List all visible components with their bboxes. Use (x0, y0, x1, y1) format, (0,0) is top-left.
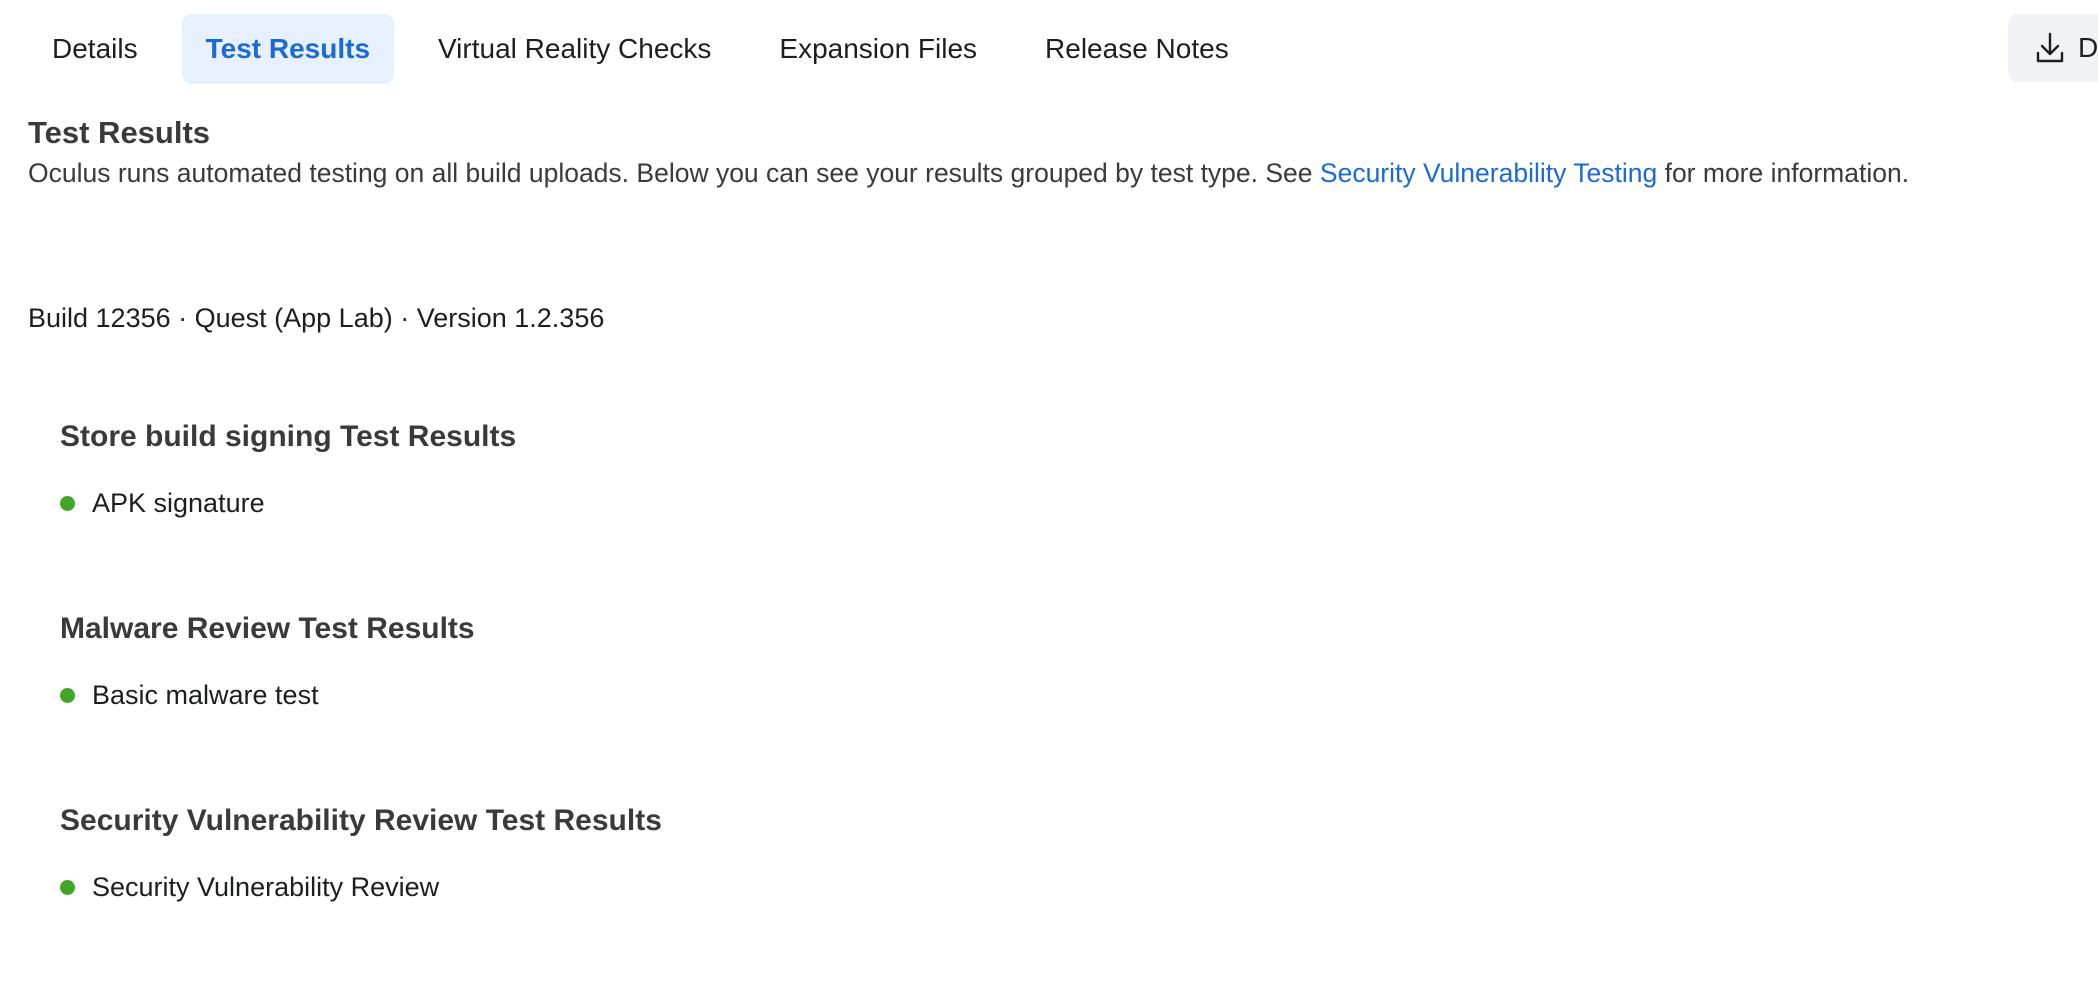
description-text-end: for more information. (1657, 158, 1910, 188)
section-security-vulnerability-review: Security Vulnerability Review Test Resul… (60, 804, 662, 903)
tab-details[interactable]: Details (28, 14, 162, 84)
pass-status-icon (60, 496, 75, 511)
build-info: Build 12356 · Quest (App Lab) · Version … (28, 303, 605, 333)
tab-expansion-files[interactable]: Expansion Files (755, 14, 1001, 84)
tab-bar: Details Test Results Virtual Reality Che… (28, 14, 1273, 84)
section-malware-review: Malware Review Test Results Basic malwar… (60, 612, 475, 711)
result-item: Basic malware test (60, 680, 475, 711)
page-title: Test Results (28, 115, 211, 150)
pass-status-icon (60, 688, 75, 703)
download-icon (2036, 32, 2064, 63)
page-description: Oculus runs automated testing on all bui… (28, 158, 1909, 189)
result-label: APK signature (92, 488, 265, 518)
section-title: Malware Review Test Results (60, 612, 475, 645)
page: Details Test Results Virtual Reality Che… (0, 0, 2098, 992)
section-store-build-signing: Store build signing Test Results APK sig… (60, 420, 516, 519)
security-vulnerability-testing-link[interactable]: Security Vulnerability Testing (1320, 158, 1657, 188)
tab-test-results[interactable]: Test Results (181, 14, 395, 84)
result-label: Security Vulnerability Review (92, 872, 440, 902)
pass-status-icon (60, 880, 75, 895)
result-label: Basic malware test (92, 680, 319, 710)
result-item: APK signature (60, 488, 516, 519)
section-title: Security Vulnerability Review Test Resul… (60, 804, 662, 837)
tab-release-notes[interactable]: Release Notes (1021, 14, 1253, 84)
download-button[interactable]: D (2008, 14, 2098, 82)
result-item: Security Vulnerability Review (60, 872, 662, 903)
download-button-label: D (2078, 32, 2098, 63)
tab-virtual-reality-checks[interactable]: Virtual Reality Checks (414, 14, 735, 84)
section-title: Store build signing Test Results (60, 420, 517, 453)
description-text: Oculus runs automated testing on all bui… (28, 158, 1320, 188)
